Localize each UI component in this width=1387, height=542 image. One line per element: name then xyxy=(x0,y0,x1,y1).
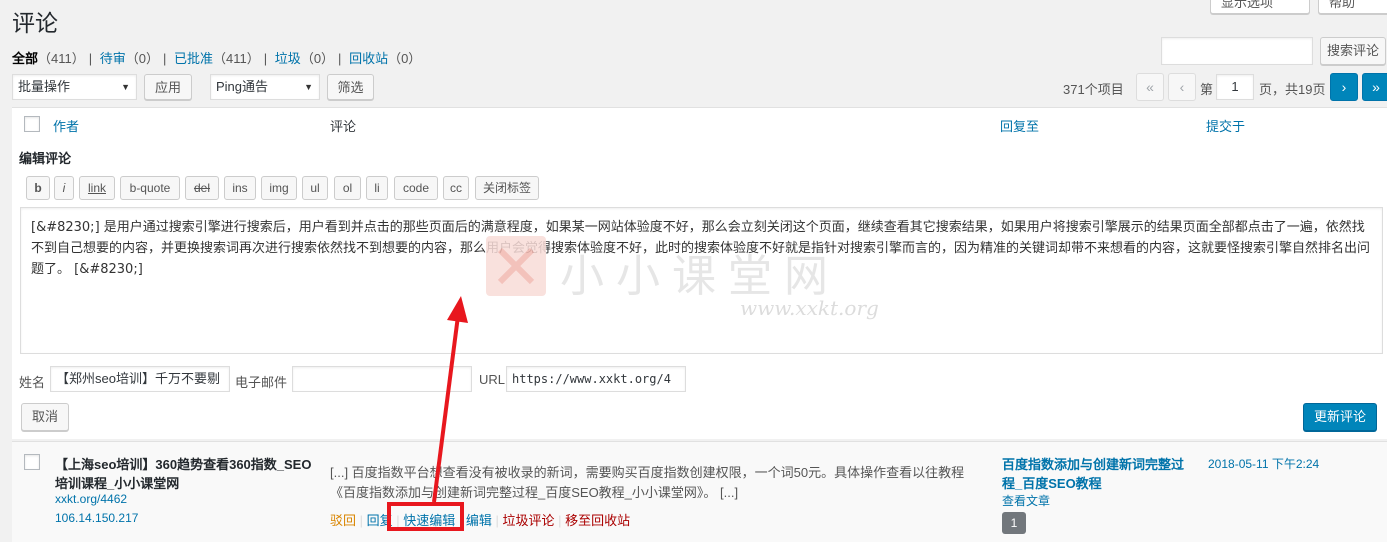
search-comments-button[interactable]: 搜索评论 xyxy=(1320,37,1386,65)
table-header xyxy=(12,107,1387,143)
filter-approved-count: （411） xyxy=(213,51,260,66)
unapprove-link[interactable]: 驳回 xyxy=(330,513,356,528)
name-label: 姓名 xyxy=(19,375,46,390)
filter-trash-count: （0） xyxy=(388,51,422,66)
watermark-url: www.xxkt.org xyxy=(740,296,879,320)
comment-excerpt-line2: 《百度指数添加与创建新词完整过程_百度SEO教程_小小课堂网》。 [...] xyxy=(330,485,739,500)
first-page-button[interactable]: « xyxy=(1136,73,1164,101)
filter-trash[interactable]: 回收站 xyxy=(349,51,388,66)
page-title: 评论 xyxy=(12,10,58,36)
quicktag-close-tags[interactable]: 关闭标签 xyxy=(475,176,539,200)
prev-page-button[interactable]: ‹ xyxy=(1168,73,1196,101)
filter-all-count: （411） xyxy=(38,51,85,66)
chevron-down-icon: ▼ xyxy=(121,82,130,92)
filter-spam[interactable]: 垃圾 xyxy=(275,51,301,66)
row-checkbox[interactable] xyxy=(24,454,40,470)
author-url-link[interactable]: xxkt.org/4462 xyxy=(55,492,127,506)
page-prefix: 第 xyxy=(1200,82,1214,97)
column-submitted[interactable]: 提交于 xyxy=(1206,116,1245,135)
comment-type-select[interactable]: Ping通告 ▼ xyxy=(210,74,320,100)
annotation-arrow-icon xyxy=(432,296,468,503)
watermark-logo-icon xyxy=(486,236,546,296)
apply-button[interactable]: 应用 xyxy=(144,74,192,100)
help-button[interactable]: 帮助 xyxy=(1318,0,1387,14)
column-response[interactable]: 回复至 xyxy=(1000,116,1039,135)
quicktag-cc[interactable]: cc xyxy=(443,176,469,200)
spam-link[interactable]: 垃圾评论 xyxy=(503,513,555,528)
screen-options-button[interactable]: 显示选项 xyxy=(1210,0,1310,14)
cancel-button[interactable]: 取消 xyxy=(21,403,69,431)
quicktag-bquote[interactable]: b-quote xyxy=(120,176,180,200)
url-input[interactable]: https://www.xxkt.org/4 xyxy=(506,366,686,392)
filter-all[interactable]: 全部 xyxy=(12,51,38,66)
status-filters: 全部（411） | 待审（0） | 已批准（411） | 垃圾（0） | 回收站（0） xyxy=(12,51,422,66)
next-page-button[interactable]: › xyxy=(1330,73,1358,101)
view-post-link[interactable]: 查看文章 xyxy=(1002,492,1050,509)
edit-comment-heading: 编辑评论 xyxy=(19,151,72,166)
url-label: URL xyxy=(479,372,506,387)
quicktag-del[interactable]: del xyxy=(185,176,219,200)
response-title-line2[interactable]: 程_百度SEO教程 xyxy=(1002,473,1102,492)
quicktag-link[interactable]: link xyxy=(79,176,115,200)
filter-spam-count: （0） xyxy=(300,51,335,66)
author-name-line1: 【上海seo培训】360趋势查看360指数_SEO xyxy=(55,457,312,472)
bulk-action-value: 批量操作 xyxy=(18,79,71,94)
search-input[interactable] xyxy=(1161,37,1313,65)
quicktag-ins[interactable]: ins xyxy=(224,176,256,200)
update-comment-button[interactable]: 更新评论 xyxy=(1303,403,1377,431)
name-input[interactable]: 【郑州seo培训】千万不要剔 xyxy=(50,366,230,392)
items-count: 371个项目 xyxy=(1063,82,1124,97)
author-name-line2: 培训课程_小小课堂网 xyxy=(55,476,180,491)
quicktag-ul[interactable]: ul xyxy=(302,176,328,200)
edit-link[interactable]: 编辑 xyxy=(466,513,492,528)
quicktag-ol[interactable]: ol xyxy=(334,176,361,200)
quicktag-b[interactable]: b xyxy=(26,176,50,200)
filter-approved[interactable]: 已批准 xyxy=(174,51,213,66)
current-page-input[interactable]: 1 xyxy=(1216,74,1254,100)
quicktag-img[interactable]: img xyxy=(261,176,297,200)
quicktag-code[interactable]: code xyxy=(394,176,438,200)
filter-button[interactable]: 筛选 xyxy=(327,74,374,100)
author-ip-link[interactable]: 106.14.150.217 xyxy=(55,511,138,525)
comment-type-value: Ping通告 xyxy=(216,79,269,94)
submitted-date-link[interactable]: 2018-05-11 下午2:24 xyxy=(1208,455,1319,472)
chevron-down-icon: ▼ xyxy=(304,82,313,92)
last-page-button[interactable]: » xyxy=(1362,73,1387,101)
bulk-action-select[interactable]: 批量操作 ▼ xyxy=(12,74,137,100)
quicktag-li[interactable]: li xyxy=(366,176,388,200)
comment-count-badge[interactable]: 1 xyxy=(1002,512,1026,534)
column-author[interactable]: 作者 xyxy=(53,116,79,135)
email-label: 电子邮件 xyxy=(235,375,288,390)
filter-pending[interactable]: 待审 xyxy=(100,51,126,66)
response-title-line1[interactable]: 百度指数添加与创建新词完整过 xyxy=(1002,454,1184,473)
page-suffix: 页，共19页 xyxy=(1259,82,1326,97)
watermark-text: 小小课堂网 xyxy=(560,251,840,302)
column-comment: 评论 xyxy=(330,119,357,134)
row-actions: 驳回 | 回复 | 快速编辑 | 编辑 | 垃圾评论 | 移至回收站 xyxy=(330,513,631,528)
filter-pending-count: （0） xyxy=(125,51,160,66)
trash-link[interactable]: 移至回收站 xyxy=(565,513,630,528)
select-all-checkbox[interactable] xyxy=(24,116,40,132)
quicktag-i[interactable]: i xyxy=(54,176,74,200)
